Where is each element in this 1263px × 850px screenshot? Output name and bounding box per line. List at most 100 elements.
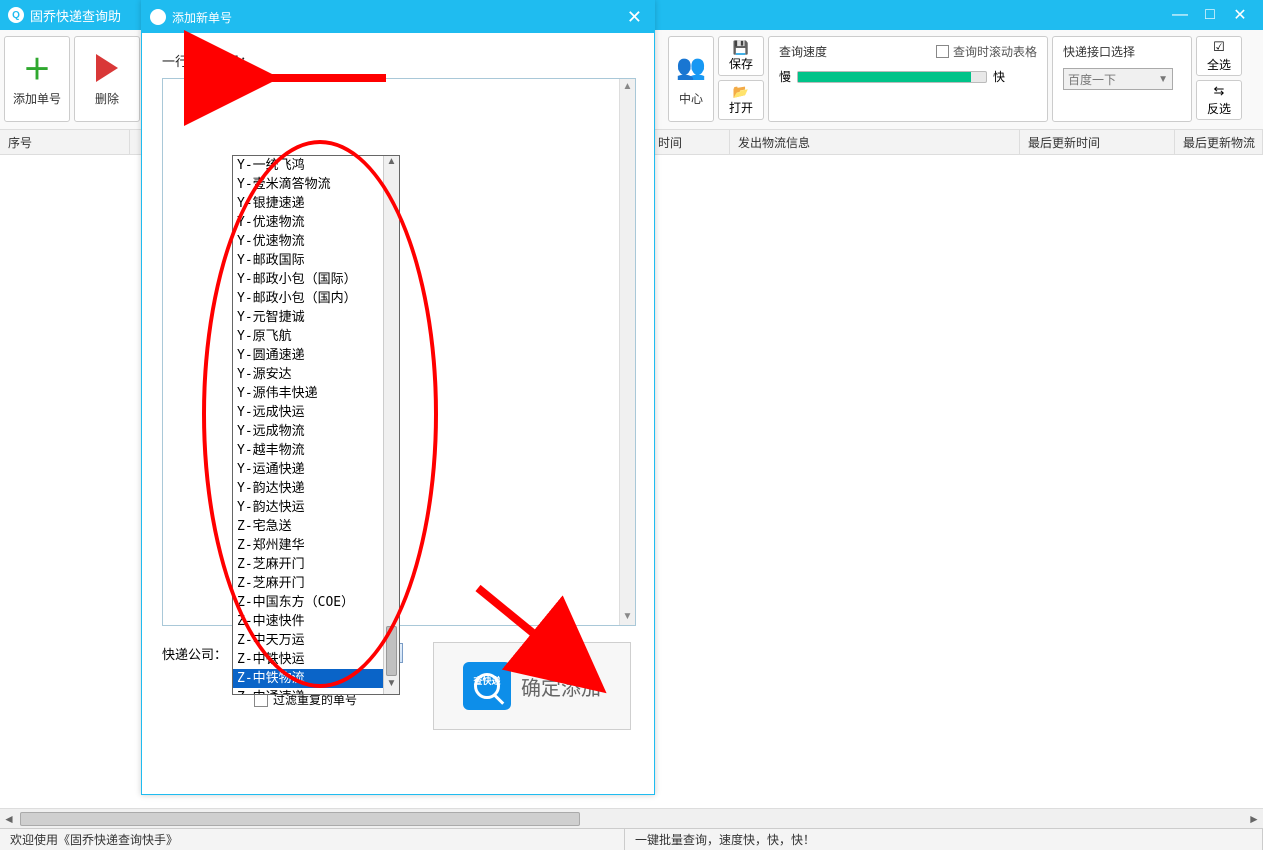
dialog-close-button[interactable]: ✕ [623, 7, 646, 28]
textarea-scrollbar[interactable]: ▲ ▼ [619, 79, 635, 625]
dropdown-option[interactable]: Y-一统飞鸿 [233, 156, 399, 175]
select-all-label: 全选 [1207, 56, 1231, 73]
company-label: 快递公司： [162, 642, 227, 663]
confirm-add-button[interactable]: 查快递 确定添加 [433, 642, 631, 730]
scroll-up-icon[interactable]: ▲ [620, 79, 635, 95]
dropdown-option[interactable]: Z-芝麻开门 [233, 574, 399, 593]
chevron-down-icon: ▼ [1158, 74, 1168, 85]
company-dropdown-list[interactable]: ▲ ▼ Y-一统飞鸿Y-壹米滴答物流Y-银捷速递Y-优速物流Y-优速物流Y-邮政… [232, 155, 400, 695]
checkbox-icon [936, 45, 949, 58]
scroll-left-icon[interactable]: ◄ [0, 812, 18, 826]
dropdown-option[interactable]: Z-中速快件 [233, 612, 399, 631]
dropdown-option[interactable]: Y-优速物流 [233, 232, 399, 251]
dropdown-option[interactable]: Y-邮政小包（国际） [233, 270, 399, 289]
interface-group-title: 快递接口选择 [1063, 43, 1181, 60]
open-label: 打开 [729, 99, 753, 116]
dropdown-option[interactable]: Z-中铁物流 [233, 669, 399, 688]
dialog-logo-icon [150, 9, 166, 25]
save-label: 保存 [729, 55, 753, 72]
dropdown-option[interactable]: Y-邮政国际 [233, 251, 399, 270]
confirm-add-label: 确定添加 [521, 672, 601, 701]
speed-fast-label: 快 [993, 68, 1005, 85]
dropdown-option[interactable]: Y-源安达 [233, 365, 399, 384]
dropdown-option[interactable]: Y-圆通速递 [233, 346, 399, 365]
dropdown-option[interactable]: Y-远成物流 [233, 422, 399, 441]
dropdown-option[interactable]: Z-中通速递 [233, 688, 399, 695]
close-button[interactable]: ✕ [1225, 5, 1255, 25]
status-bar: 欢迎使用《固乔快递查询快手》 一键批量查询，速度快，快，快！ [0, 828, 1263, 850]
file-buttons-col: 保存 打开 [718, 36, 764, 120]
speed-slider-row: 慢 快 [779, 68, 1037, 85]
maximize-button[interactable]: □ [1195, 6, 1225, 24]
dropdown-option[interactable]: Z-中国东方（COE） [233, 593, 399, 612]
listbox-scrollbar[interactable]: ▲ ▼ [383, 156, 399, 694]
dropdown-option[interactable]: Y-原飞航 [233, 327, 399, 346]
add-number-label: 添加单号 [13, 90, 61, 107]
app-logo-icon: Q [8, 7, 24, 23]
delete-icon [91, 52, 123, 84]
open-button[interactable]: 打开 [718, 80, 764, 120]
grid-col-3[interactable]: 最后更新时间 [1020, 130, 1175, 154]
select-all-icon [1213, 39, 1225, 55]
dropdown-option[interactable]: Y-越丰物流 [233, 441, 399, 460]
status-left: 欢迎使用《固乔快递查询快手》 [0, 829, 625, 850]
dropdown-option[interactable]: Y-壹米滴答物流 [233, 175, 399, 194]
dropdown-option[interactable]: Y-韵达快运 [233, 498, 399, 517]
speed-slow-label: 慢 [779, 68, 791, 85]
dropdown-option[interactable]: Z-郑州建华 [233, 536, 399, 555]
dialog-titlebar: 添加新单号 ✕ [142, 1, 654, 33]
invert-selection-button[interactable]: 反选 [1196, 80, 1242, 120]
dropdown-option[interactable]: Z-中铁快运 [233, 650, 399, 669]
minimize-button[interactable]: — [1165, 6, 1195, 24]
status-right: 一键批量查询，速度快，快，快！ [625, 829, 1263, 850]
grid-col-2[interactable]: 发出物流信息 [730, 130, 1020, 154]
scroll-right-icon[interactable]: ► [1245, 812, 1263, 826]
speed-group-title: 查询速度 [779, 43, 827, 60]
grid-col-0[interactable]: 序号 [0, 130, 130, 154]
dropdown-option[interactable]: Y-源伟丰快递 [233, 384, 399, 403]
search-express-icon: 查快递 [463, 662, 511, 710]
grid-col-4[interactable]: 最后更新物流 [1175, 130, 1263, 154]
listbox-scroll-thumb[interactable] [386, 626, 397, 676]
input-label: 一行一个单号： [162, 51, 634, 70]
invert-selection-label: 反选 [1207, 100, 1231, 117]
invert-icon [1214, 83, 1225, 99]
dropdown-option[interactable]: Y-银捷速递 [233, 194, 399, 213]
dropdown-option[interactable]: Z-芝麻开门 [233, 555, 399, 574]
dialog-title: 添加新单号 [172, 9, 232, 26]
horizontal-scrollbar[interactable]: ◄ ► [0, 808, 1263, 828]
add-number-button[interactable]: ＋ 添加单号 [4, 36, 70, 122]
dropdown-option[interactable]: Z-宅急送 [233, 517, 399, 536]
scroll-check-label: 查询时滚动表格 [953, 43, 1037, 60]
dropdown-option[interactable]: Y-元智捷诚 [233, 308, 399, 327]
main-title: 固乔快递查询助 [30, 6, 121, 25]
people-icon [675, 52, 707, 84]
speed-group: 查询速度 查询时滚动表格 慢 快 [768, 36, 1048, 122]
center-label: 中心 [679, 90, 703, 107]
grid-col-1[interactable]: 时间 [650, 130, 730, 154]
dropdown-option[interactable]: Y-优速物流 [233, 213, 399, 232]
scroll-down-icon[interactable]: ▼ [620, 609, 635, 625]
scroll-check[interactable]: 查询时滚动表格 [936, 43, 1037, 60]
interface-combo-value: 百度一下 [1068, 71, 1116, 88]
speed-slider-fill [798, 72, 971, 82]
scroll-up-icon[interactable]: ▲ [384, 156, 399, 172]
dropdown-option[interactable]: Y-邮政小包（国内） [233, 289, 399, 308]
select-all-button[interactable]: 全选 [1196, 36, 1242, 76]
delete-button[interactable]: 删除 [74, 36, 140, 122]
speed-slider[interactable] [797, 71, 987, 83]
selection-buttons-col: 全选 反选 [1196, 36, 1242, 120]
save-icon [733, 40, 749, 54]
dropdown-option[interactable]: Y-远成快运 [233, 403, 399, 422]
scroll-thumb[interactable] [20, 812, 580, 826]
dropdown-option[interactable]: Z-中天万运 [233, 631, 399, 650]
save-button[interactable]: 保存 [718, 36, 764, 76]
delete-label: 删除 [95, 90, 119, 107]
dropdown-option[interactable]: Y-运通快递 [233, 460, 399, 479]
dropdown-option[interactable]: Y-韵达快递 [233, 479, 399, 498]
interface-group: 快递接口选择 百度一下 ▼ [1052, 36, 1192, 122]
plus-icon: ＋ [21, 52, 53, 84]
interface-combo[interactable]: 百度一下 ▼ [1063, 68, 1173, 90]
scroll-down-icon[interactable]: ▼ [384, 678, 399, 694]
center-button[interactable]: 中心 [668, 36, 714, 122]
